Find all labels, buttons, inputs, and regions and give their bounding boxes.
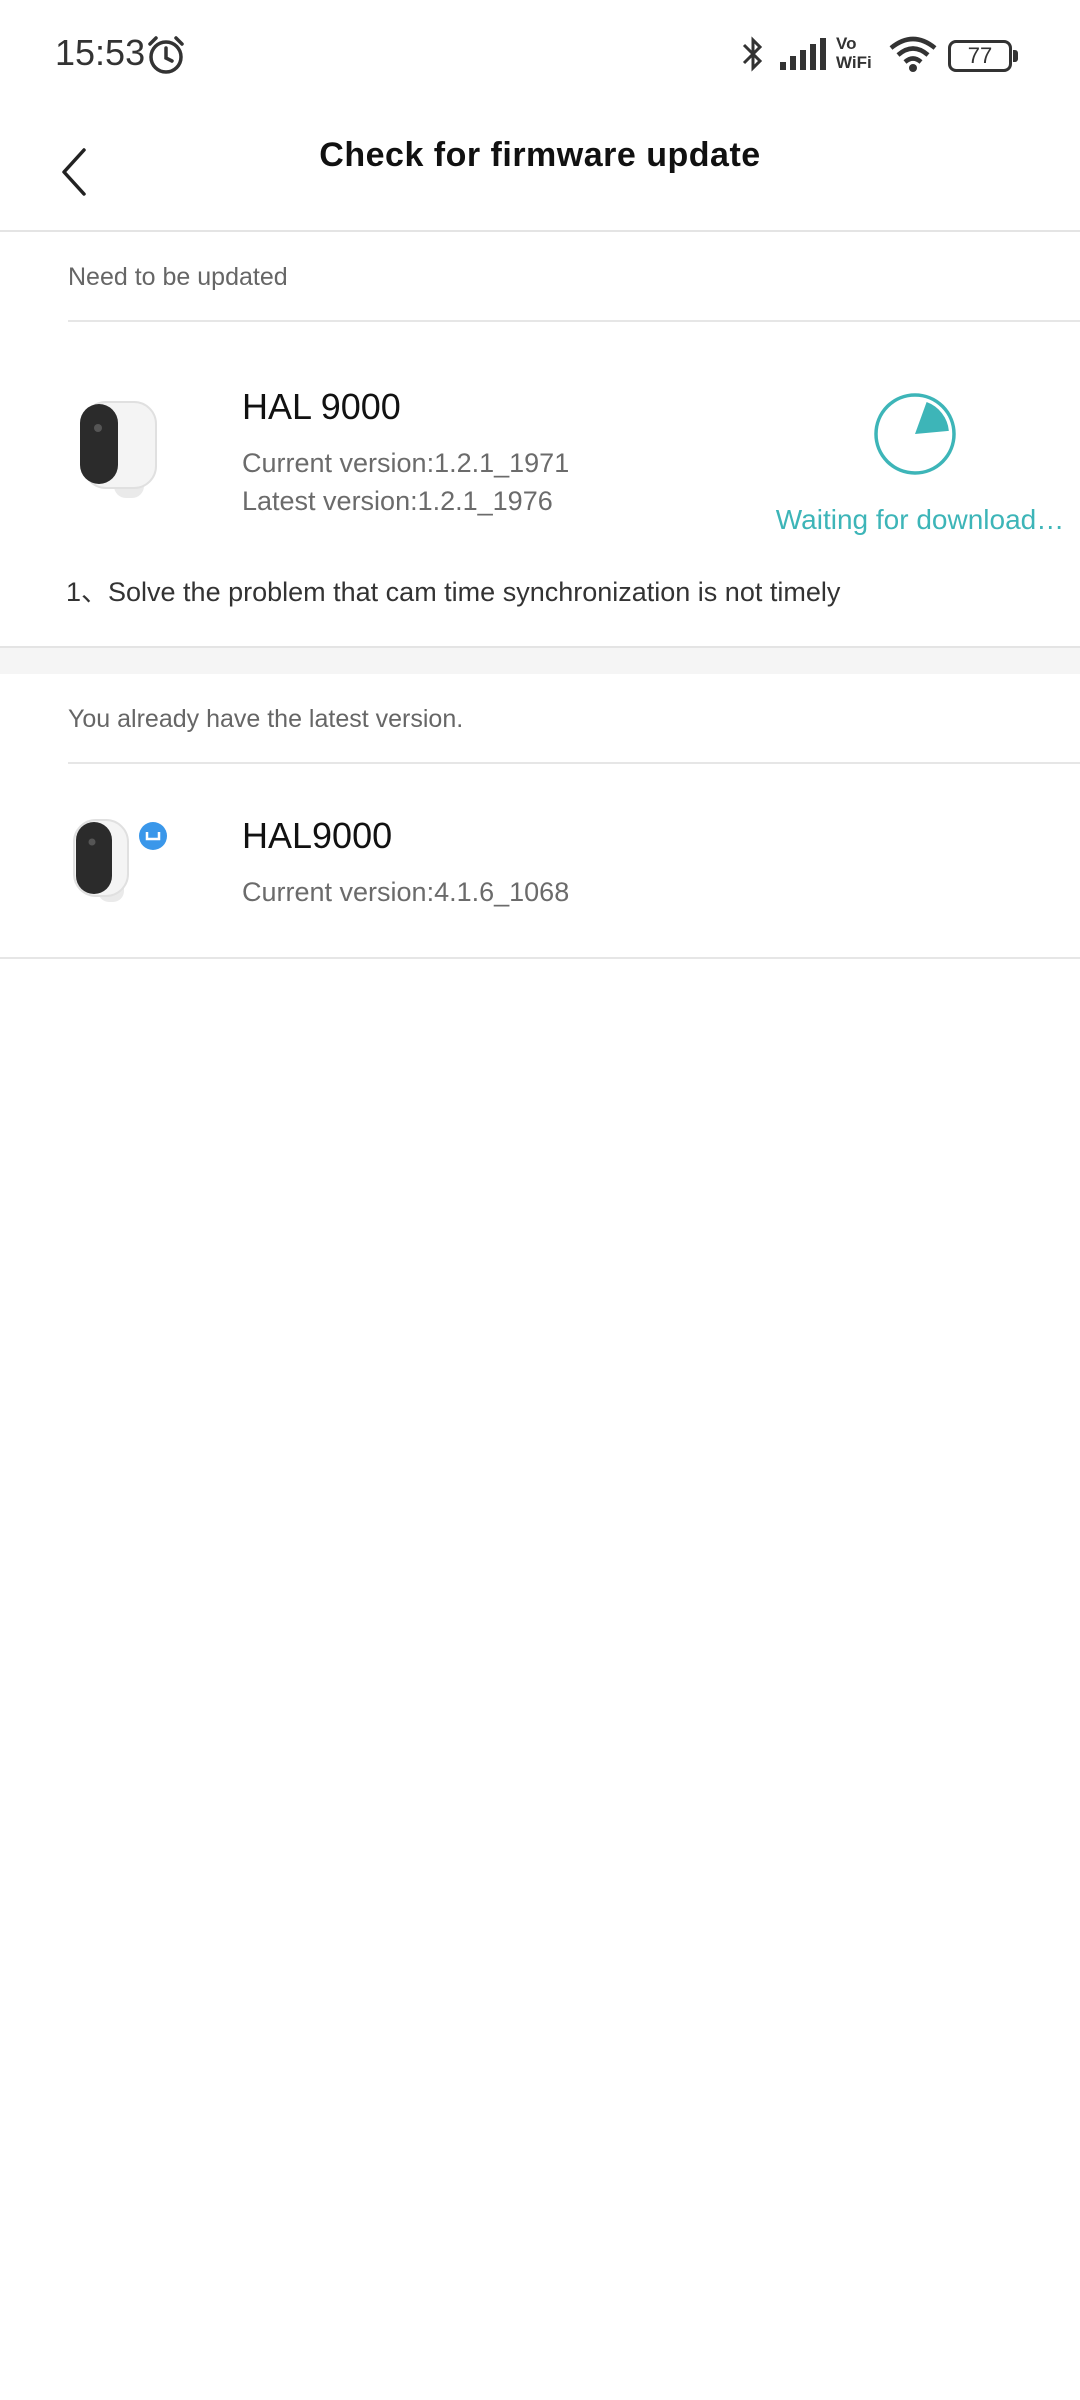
current-version: Current version:1.2.1_1971	[242, 448, 570, 478]
bluetooth-icon	[742, 36, 763, 72]
section-header-up-to-date: You already have the latest version.	[68, 705, 464, 733]
battery-tip	[1013, 50, 1018, 62]
battery-level: 77	[948, 40, 1012, 72]
status-time: 15:53	[55, 32, 146, 73]
section-separator	[0, 646, 1080, 674]
status-bar: 15:53 Vo WiFi 77	[0, 0, 1080, 110]
current-version: Current version:4.1.6_1068	[242, 877, 570, 907]
vowifi-bottom-text: WiFi	[836, 53, 872, 72]
signal-icon	[780, 38, 826, 70]
divider	[68, 320, 1080, 322]
device-name: HAL9000	[242, 815, 393, 856]
latest-version: Latest version:1.2.1_1976	[242, 486, 553, 516]
page-title: Check for firmware update	[319, 136, 761, 174]
wifi-icon	[889, 36, 937, 72]
device-name: HAL 9000	[242, 386, 401, 427]
battery-icon: 77	[948, 40, 1018, 72]
divider	[0, 957, 1080, 959]
alarm-icon	[148, 36, 184, 74]
divider	[68, 762, 1080, 764]
vowifi-top-text: Vo	[836, 34, 857, 53]
camera-image	[73, 819, 129, 902]
download-progress-ring	[874, 393, 956, 475]
release-note: 1、Solve the problem that cam time synchr…	[66, 577, 841, 607]
header: Check for firmware update	[0, 110, 1080, 232]
section-header-needs-update: Need to be updated	[68, 263, 288, 291]
download-status: Waiting for download…	[775, 504, 1065, 535]
camera-image	[80, 401, 157, 498]
gateway-badge-icon	[139, 822, 167, 850]
vowifi-indicator: Vo WiFi	[836, 34, 882, 72]
